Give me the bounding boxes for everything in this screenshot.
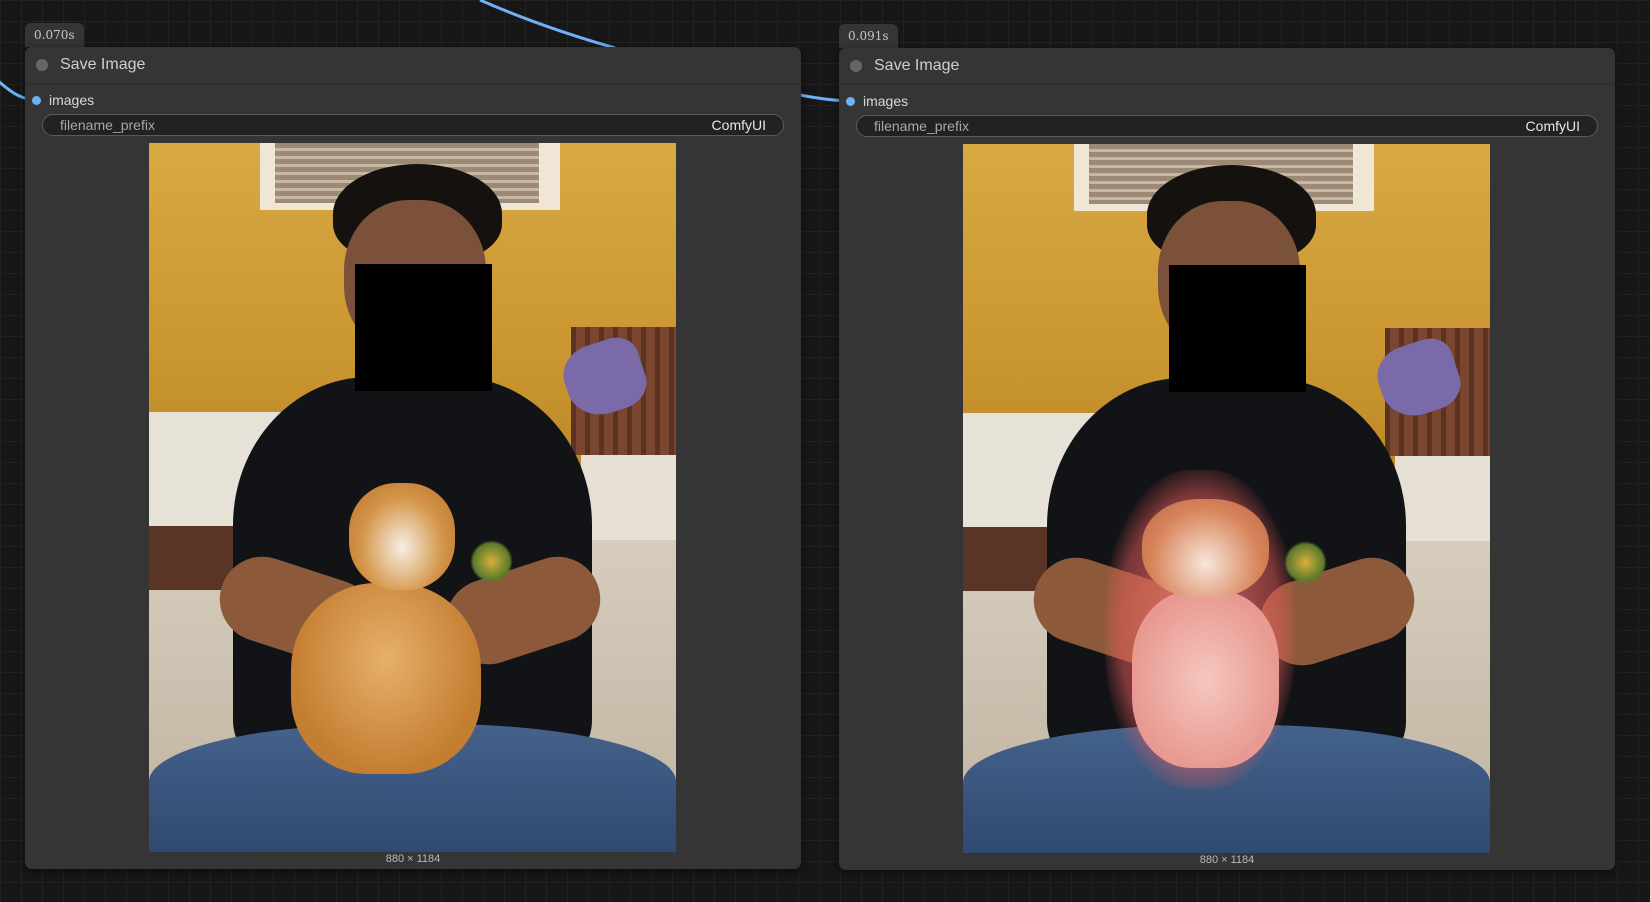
input-slot-label: images	[49, 92, 95, 108]
filename-prefix-widget[interactable]: filename_prefix ComfyUI	[856, 115, 1598, 137]
save-image-node[interactable]: Save Image images filename_prefix ComfyU…	[25, 47, 801, 869]
widget-value: ComfyUI	[1525, 118, 1580, 134]
image-preview[interactable]	[149, 143, 676, 852]
input-slot-label: images	[863, 93, 909, 109]
image-dimensions: 880 × 1184	[385, 853, 441, 865]
execution-time-badge: 0.091s	[839, 24, 898, 48]
graph-canvas[interactable]: 0.070s Save Image images filename_prefix…	[0, 0, 1650, 902]
node-collapse-dot[interactable]	[850, 60, 862, 72]
node-header[interactable]: Save Image	[25, 47, 801, 84]
widget-name: filename_prefix	[874, 118, 969, 134]
node-title: Save Image	[60, 56, 146, 73]
node-collapse-dot[interactable]	[36, 59, 48, 71]
input-slot-dot[interactable]	[846, 96, 855, 106]
image-preview[interactable]	[963, 144, 1490, 853]
photo-cat	[149, 143, 676, 852]
node-title: Save Image	[874, 57, 960, 74]
face-redaction	[354, 263, 492, 392]
input-slot-dot[interactable]	[32, 95, 41, 105]
input-slot-images[interactable]: images	[25, 87, 801, 113]
node-header[interactable]: Save Image	[839, 48, 1615, 85]
link-wire-top	[479, 0, 616, 50]
save-image-node[interactable]: Save Image images filename_prefix ComfyU…	[839, 48, 1615, 870]
image-dimensions: 880 × 1184	[1199, 854, 1255, 866]
widget-name: filename_prefix	[60, 117, 155, 133]
photo-dog	[963, 144, 1490, 853]
execution-time-badge: 0.070s	[25, 23, 84, 47]
face-redaction	[1168, 264, 1306, 393]
widget-value: ComfyUI	[711, 117, 766, 133]
input-slot-images[interactable]: images	[839, 88, 1615, 114]
filename-prefix-widget[interactable]: filename_prefix ComfyUI	[42, 114, 784, 136]
